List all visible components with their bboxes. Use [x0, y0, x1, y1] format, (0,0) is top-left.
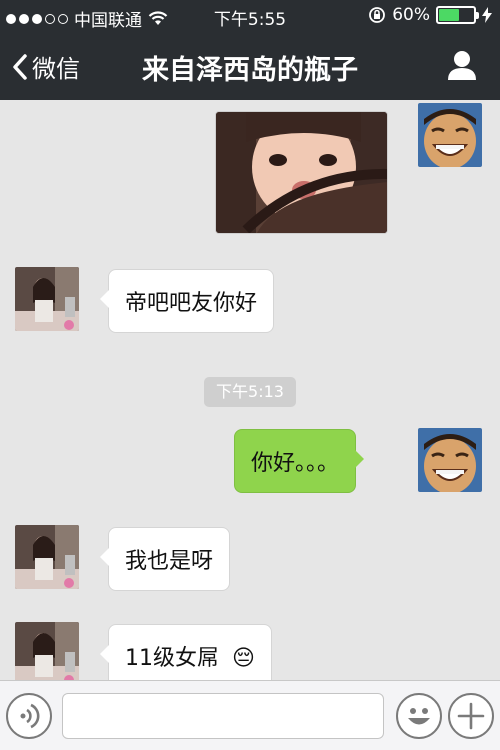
message-bubble-outgoing[interactable]: 你好。。。: [234, 429, 365, 493]
smiley-icon: [408, 708, 430, 725]
message-text: 我也是呀: [125, 549, 214, 574]
pensive-face-emoji: 😔: [232, 646, 255, 671]
battery-fill: [439, 9, 459, 21]
voice-icon: [20, 703, 40, 729]
chat-title: 来自泽西岛的瓶子: [142, 55, 358, 86]
message-bubble-incoming[interactable]: 我也是呀: [99, 527, 231, 591]
message-text: 你好。。。: [251, 451, 340, 476]
girl-selfie-avatar-image: [15, 622, 79, 680]
message-bubble-incoming[interactable]: 11级女屌 😔: [100, 624, 272, 680]
person-icon: [448, 51, 476, 80]
chat-messages[interactable]: 帝吧吧友你好 下午5:13 你好。。。 我也是呀 11级女屌 😔: [0, 100, 500, 680]
friend-avatar[interactable]: [15, 622, 79, 680]
photo-girl-image: [216, 112, 387, 233]
voice-button[interactable]: [6, 693, 52, 739]
profile-button[interactable]: [446, 49, 478, 85]
laughing-face-avatar-image: [418, 428, 482, 492]
girl-selfie-avatar-image: [15, 267, 79, 331]
message-timestamp: 下午5:13: [204, 377, 296, 407]
sent-photo[interactable]: [215, 111, 388, 234]
rotation-lock-icon: [369, 7, 386, 23]
message-input[interactable]: [62, 693, 384, 739]
battery-percent: 60%: [392, 5, 430, 25]
battery-area: 60%: [368, 5, 492, 25]
message-text: 11级女屌: [125, 646, 219, 671]
battery-icon: [436, 6, 479, 24]
message-text: 帝吧吧友你好: [125, 291, 258, 316]
girl-selfie-avatar-image: [15, 525, 79, 589]
status-bar: 中国联通 下午5:55 60%: [0, 0, 500, 33]
message-bubble-incoming[interactable]: 帝吧吧友你好: [99, 269, 275, 333]
input-bar: [0, 680, 500, 750]
my-avatar[interactable]: [418, 428, 482, 492]
friend-avatar[interactable]: [15, 267, 79, 331]
laughing-face-avatar-image: [418, 103, 482, 167]
more-button[interactable]: [448, 693, 494, 739]
plus-icon: [457, 702, 485, 730]
emoji-button[interactable]: [396, 693, 442, 739]
navigation-bar: 微信 来自泽西岛的瓶子: [0, 33, 500, 100]
my-avatar[interactable]: [418, 103, 482, 167]
charging-icon: [482, 7, 492, 23]
friend-avatar[interactable]: [15, 525, 79, 589]
